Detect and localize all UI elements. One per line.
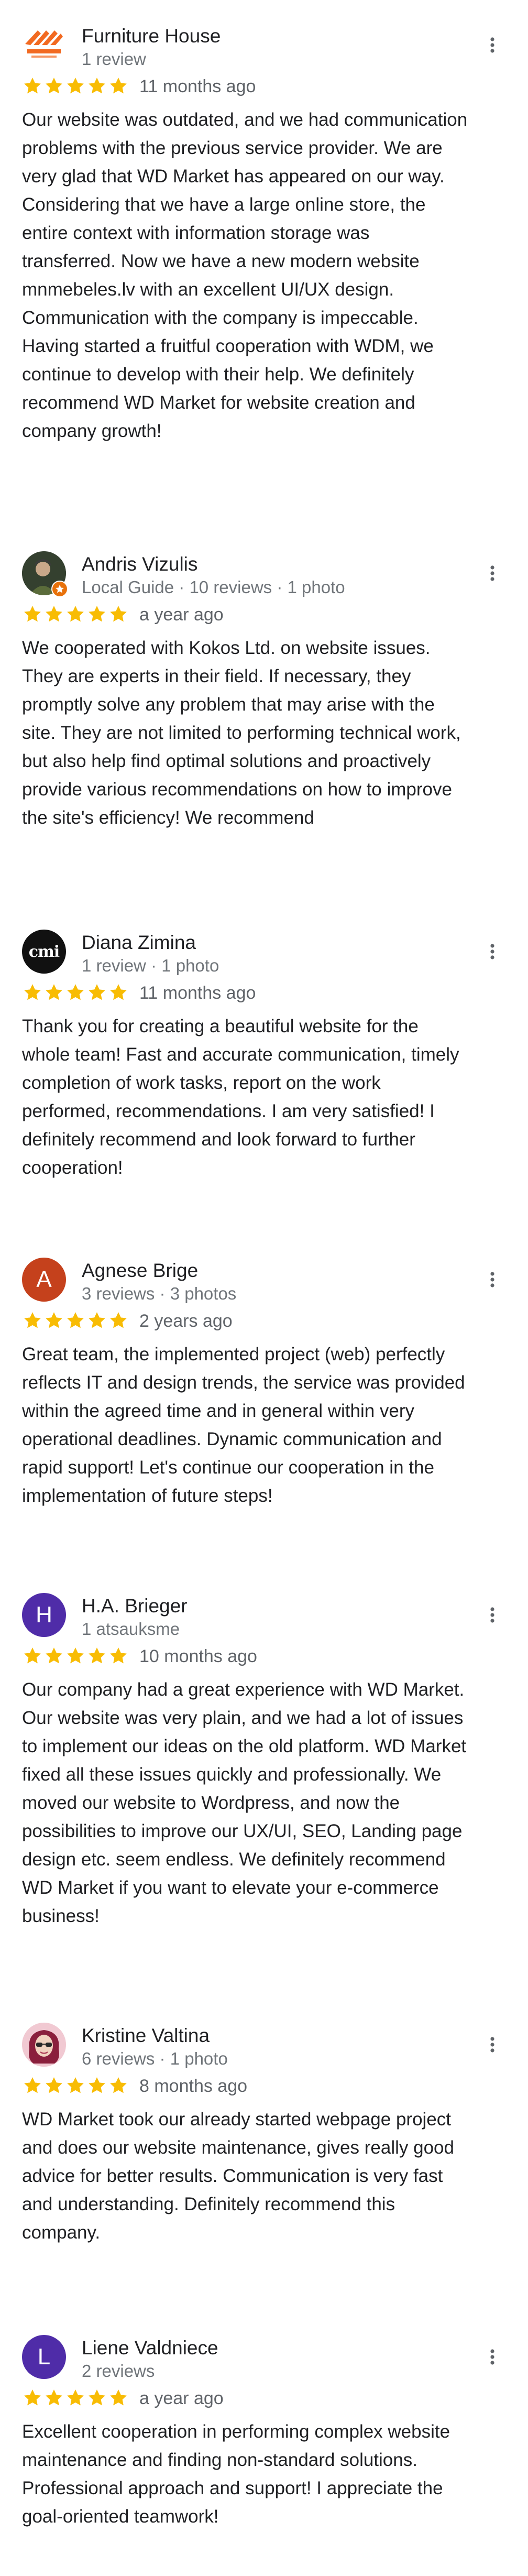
star-icon — [46, 2077, 62, 2093]
review-date: 11 months ago — [139, 983, 256, 1003]
review-date: 10 months ago — [139, 1646, 257, 1666]
more-options-icon[interactable] — [482, 1604, 503, 1625]
star-icon — [110, 984, 127, 1000]
star-icon — [110, 606, 127, 622]
reviewer-name[interactable]: Kristine Valtina — [82, 2025, 210, 2047]
star-icon — [89, 606, 105, 622]
avatar-letter: L — [37, 2344, 51, 2370]
reviewer-name[interactable]: Furniture House — [82, 25, 221, 47]
review-text: Excellent cooperation in performing comp… — [22, 2421, 450, 2527]
star-icon — [46, 1312, 62, 1328]
star-icon — [24, 2077, 41, 2093]
reviewer-meta[interactable]: 6 reviews · 1 photo — [82, 2049, 228, 2069]
avatar[interactable]: L — [22, 2335, 66, 2379]
reviewer-meta[interactable]: 1 review — [82, 49, 146, 69]
review-text: Our website was outdated, and we had com… — [22, 110, 468, 441]
star-rating — [22, 604, 129, 625]
reviewer-meta[interactable]: 1 review · 1 photo — [82, 956, 219, 976]
star-icon — [89, 78, 105, 94]
review-date: 8 months ago — [139, 2076, 248, 2096]
local-guide-badge-icon — [51, 581, 68, 597]
review-date: a year ago — [139, 2388, 224, 2408]
star-icon — [89, 1647, 105, 1664]
star-icon — [46, 2389, 62, 2406]
star-icon — [24, 1647, 41, 1664]
user-photo-avatar[interactable] — [22, 2023, 66, 2067]
star-icon — [46, 606, 62, 622]
more-options-icon[interactable] — [482, 941, 503, 962]
star-rating — [22, 982, 129, 1003]
star-icon — [67, 606, 84, 622]
review-text: Great team, the implemented project (web… — [22, 1344, 465, 1506]
star-rating — [22, 1310, 129, 1331]
more-options-icon[interactable] — [482, 1269, 503, 1290]
reviewer-meta[interactable]: Local Guide · 10 reviews · 1 photo — [82, 577, 345, 597]
reviewer-name[interactable]: Agnese Brige — [82, 1260, 198, 1282]
reviewer-meta[interactable]: 2 reviews — [82, 2361, 155, 2381]
star-icon — [24, 78, 41, 94]
star-icon — [67, 2077, 84, 2093]
avatar[interactable]: H — [22, 1593, 66, 1637]
reviewer-meta[interactable]: 3 reviews · 3 photos — [82, 1284, 236, 1304]
star-icon — [110, 78, 127, 94]
star-icon — [89, 984, 105, 1000]
review-date: 2 years ago — [139, 1311, 233, 1331]
cmi-logo[interactable]: cmi — [22, 930, 66, 974]
star-icon — [46, 1647, 62, 1664]
reviewer-name[interactable]: Liene Valdniece — [82, 2337, 218, 2359]
more-options-icon[interactable] — [482, 2346, 503, 2367]
star-icon — [110, 1647, 127, 1664]
review-text: Thank you for creating a beautiful websi… — [22, 1016, 459, 1178]
star-icon — [67, 984, 84, 1000]
review-date: 11 months ago — [139, 77, 256, 96]
review-date: a year ago — [139, 605, 224, 625]
star-icon — [46, 78, 62, 94]
more-options-icon[interactable] — [482, 35, 503, 56]
reviewer-name[interactable]: Andris Vizulis — [82, 553, 197, 575]
star-icon — [46, 984, 62, 1000]
star-icon — [110, 1312, 127, 1328]
star-icon — [24, 1312, 41, 1328]
star-icon — [110, 2077, 127, 2093]
star-icon — [67, 1312, 84, 1328]
review-text: We cooperated with Kokos Ltd. on website… — [22, 638, 461, 828]
review-text: Our company had a great experience with … — [22, 1679, 467, 1926]
reviewer-meta[interactable]: 1 atsauksme — [82, 1619, 180, 1639]
star-rating — [22, 2387, 129, 2408]
star-icon — [89, 2389, 105, 2406]
star-icon — [24, 984, 41, 1000]
more-options-icon[interactable] — [482, 563, 503, 584]
star-rating — [22, 1645, 129, 1666]
reviewer-name[interactable]: H.A. Brieger — [82, 1595, 188, 1617]
user-photo-avatar[interactable] — [22, 551, 68, 597]
star-icon — [89, 1312, 105, 1328]
star-icon — [110, 2389, 127, 2406]
reviewer-name[interactable]: Diana Zimina — [82, 932, 196, 954]
review-text: WD Market took our already started webpa… — [22, 2109, 454, 2243]
more-options-icon[interactable] — [482, 2034, 503, 2055]
star-icon — [67, 2389, 84, 2406]
avatar[interactable]: A — [22, 1258, 66, 1302]
avatar-letter: A — [36, 1267, 52, 1292]
star-icon — [24, 606, 41, 622]
star-icon — [67, 78, 84, 94]
star-rating — [22, 2075, 129, 2096]
star-icon — [67, 1647, 84, 1664]
star-icon — [89, 2077, 105, 2093]
furniture-house-logo[interactable] — [22, 23, 66, 67]
star-icon — [24, 2389, 41, 2406]
star-rating — [22, 75, 129, 96]
logo-text: cmi — [28, 942, 60, 961]
avatar-letter: H — [36, 1602, 52, 1628]
